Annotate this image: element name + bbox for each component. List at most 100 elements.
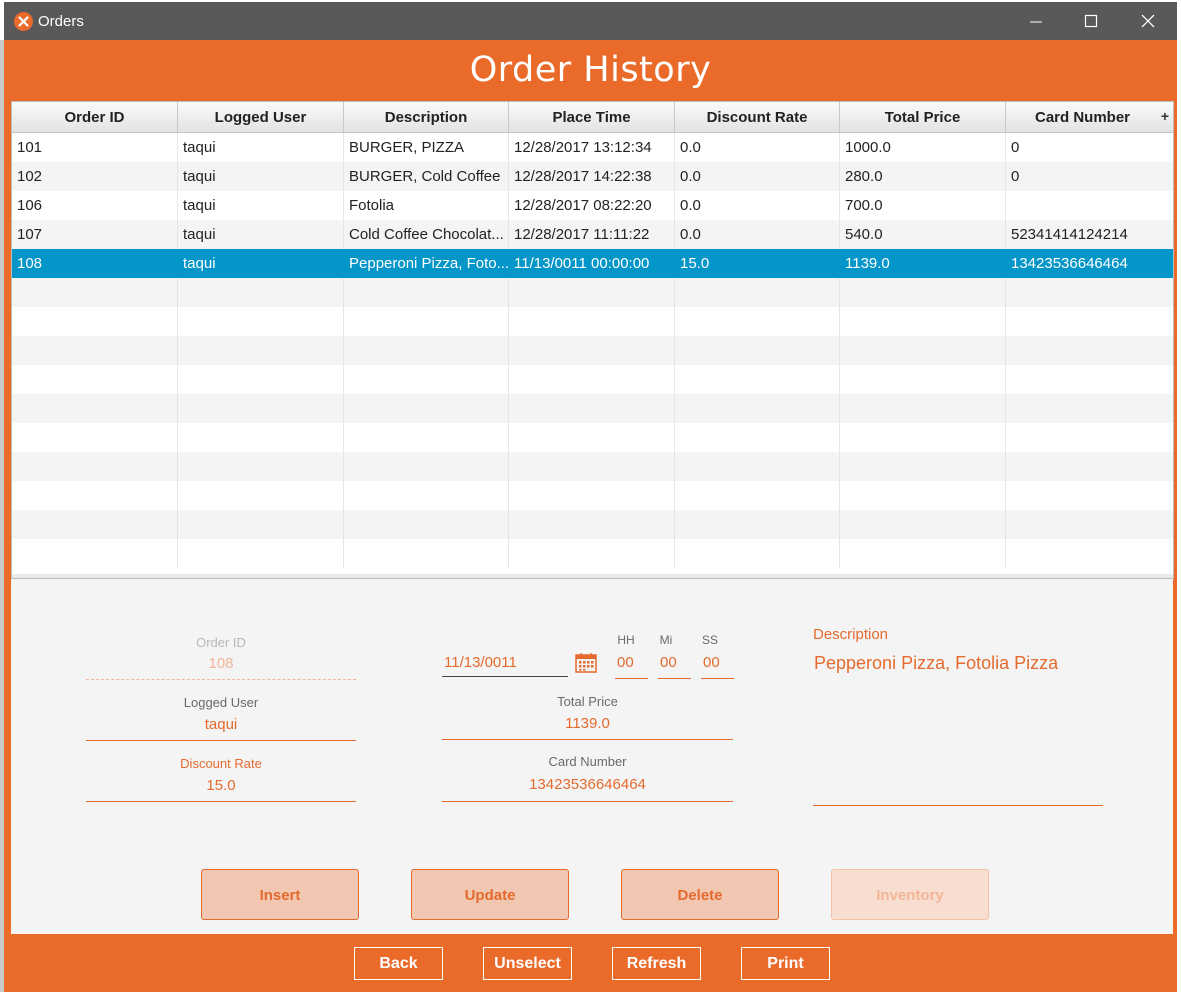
close-icon <box>1141 14 1155 28</box>
column-header-logged-user[interactable]: Logged User <box>178 102 344 132</box>
table-row[interactable]: 102 taqui BURGER, Cold Coffee 12/28/2017 14… <box>12 162 1173 191</box>
card-number-field[interactable]: 13423536646464 <box>442 776 733 793</box>
table-cell <box>840 336 1006 365</box>
table-cell <box>1006 336 1173 365</box>
table-row[interactable]: 101 taqui BURGER, PIZZA 12/28/2017 13:12:34… <box>12 133 1173 162</box>
table-row[interactable]: 107 taqui Cold Coffee Chocolat... 12/28/201… <box>12 220 1173 249</box>
table-cell <box>509 452 675 481</box>
total-price-underline <box>442 739 733 740</box>
table-cell <box>1006 307 1173 336</box>
table-row[interactable]: 106 taqui Fotolia 12/28/2017 08:22:20 0.0 700… <box>12 191 1173 220</box>
minute-field[interactable]: 00 <box>658 649 691 679</box>
empty-table-row <box>12 307 1173 336</box>
table-header: Order ID Logged User Description Place T… <box>12 102 1173 133</box>
table-row[interactable]: 108 taqui Pepperoni Pizza, Foto... 11/13/00… <box>12 249 1173 278</box>
table-cell <box>675 481 840 510</box>
table-cell <box>1006 394 1173 423</box>
orders-table[interactable]: Order ID Logged User Description Place T… <box>11 101 1174 579</box>
calendar-icon[interactable] <box>575 652 597 678</box>
table-cell: 12/28/2017 11:11:22 <box>509 220 675 249</box>
second-field[interactable]: 00 <box>701 649 734 679</box>
page-title: Order History <box>469 50 712 90</box>
table-cell: 0.0 <box>675 220 840 249</box>
table-cell: 12/28/2017 08:22:20 <box>509 191 675 220</box>
table-cell: 540.0 <box>840 220 1006 249</box>
minimize-button[interactable] <box>1007 2 1065 40</box>
table-cell <box>1006 452 1173 481</box>
table-cell: 0 <box>1011 139 1020 156</box>
table-cell <box>840 365 1006 394</box>
print-button[interactable]: Print <box>741 947 830 980</box>
table-cell <box>344 307 509 336</box>
table-cell <box>509 307 675 336</box>
column-header-discount-rate[interactable]: Discount Rate <box>675 102 840 132</box>
table-cell <box>178 539 344 568</box>
table-cell: taqui <box>178 133 344 162</box>
table-cell: 1000.0 <box>840 133 1006 162</box>
back-button[interactable]: Back <box>354 947 443 980</box>
logged-user-label: Logged User <box>183 695 259 710</box>
total-price-field[interactable]: 1139.0 <box>442 715 733 732</box>
close-button[interactable] <box>1119 2 1177 40</box>
horizontal-scrollbar[interactable] <box>12 574 1173 578</box>
table-cell <box>178 452 344 481</box>
table-cell: Cold Coffee Chocolat... <box>344 220 509 249</box>
table-cell <box>675 307 840 336</box>
column-header-card-number[interactable]: Card Number <box>1006 102 1173 132</box>
order-id-label: Order ID <box>196 635 246 650</box>
discount-rate-underline <box>86 801 356 802</box>
column-header-place-time[interactable]: Place Time <box>509 102 675 132</box>
date-picker-input[interactable]: 11/13/0011 <box>442 649 568 677</box>
table-cell <box>509 336 675 365</box>
delete-button[interactable]: Delete <box>621 869 779 920</box>
table-cell: 280.0 <box>840 162 1006 191</box>
table-cell <box>344 452 509 481</box>
card-number-label: Card Number <box>548 754 627 769</box>
table-cell <box>1006 365 1173 394</box>
second-label: SS <box>701 633 718 647</box>
table-cell <box>675 452 840 481</box>
logged-user-underline <box>86 740 356 741</box>
table-cell <box>509 423 675 452</box>
insert-button[interactable]: Insert <box>201 869 359 920</box>
unselect-button[interactable]: Unselect <box>483 947 572 980</box>
table-cell: 0.0 <box>675 191 840 220</box>
window-titlebar: Orders <box>4 2 1177 40</box>
card-number-underline <box>442 801 733 802</box>
column-header-total-price[interactable]: Total Price <box>840 102 1006 132</box>
hour-field[interactable]: 00 <box>615 649 648 679</box>
column-header-description[interactable]: Description <box>344 102 509 132</box>
table-cell: taqui <box>178 191 344 220</box>
table-cell: BURGER, PIZZA <box>344 133 509 162</box>
table-cell: taqui <box>178 162 344 191</box>
column-menu-button[interactable]: + <box>1161 102 1169 132</box>
table-cell: 108 <box>12 249 178 278</box>
logged-user-field[interactable]: taqui <box>86 716 356 733</box>
table-cell <box>12 510 178 539</box>
refresh-button[interactable]: Refresh <box>612 947 701 980</box>
table-cell: taqui <box>178 249 344 278</box>
table-cell <box>12 423 178 452</box>
table-cell <box>509 278 675 307</box>
table-cell: 101 <box>12 133 178 162</box>
table-cell: 102 <box>12 162 178 191</box>
table-cell <box>840 481 1006 510</box>
discount-rate-label: Discount Rate <box>180 756 262 771</box>
empty-table-row <box>12 481 1173 510</box>
update-button[interactable]: Update <box>411 869 569 920</box>
table-cell <box>344 336 509 365</box>
table-cell <box>344 423 509 452</box>
table-cell <box>178 510 344 539</box>
table-cell: 12/28/2017 13:12:34 <box>509 133 675 162</box>
inventory-button: Inventory <box>831 869 989 920</box>
table-cell: Fotolia <box>344 191 509 220</box>
column-header-order-id[interactable]: Order ID <box>12 102 178 132</box>
table-cell: 11/13/0011 00:00:00 <box>509 249 675 278</box>
table-cell <box>1006 481 1173 510</box>
empty-table-row <box>12 452 1173 481</box>
discount-rate-field[interactable]: 15.0 <box>86 777 356 794</box>
table-cell <box>344 510 509 539</box>
maximize-button[interactable] <box>1062 2 1120 40</box>
table-cell: Pepperoni Pizza, Foto... <box>344 249 509 278</box>
description-field[interactable]: Pepperoni Pizza, Fotolia Pizza <box>814 653 1058 674</box>
